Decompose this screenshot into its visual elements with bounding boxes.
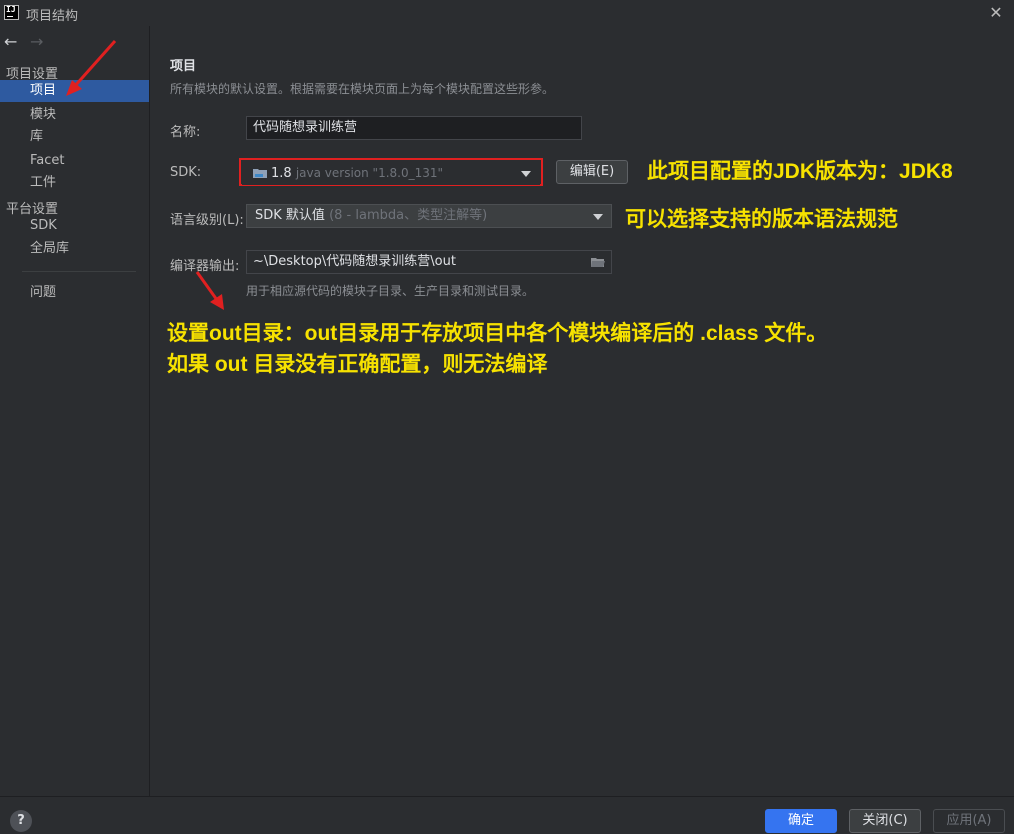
sidebar-item-project[interactable]: 项目 <box>0 80 149 102</box>
back-arrow-icon[interactable]: ← <box>4 32 17 51</box>
apply-button[interactable]: 应用(A) <box>933 809 1005 833</box>
forward-arrow-icon[interactable]: → <box>30 32 43 51</box>
close-window-icon[interactable]: ✕ <box>986 3 1006 23</box>
title-bar: IJ 项目结构 ✕ <box>0 0 1014 26</box>
sidebar: ← → 项目设置 项目 模块 库 Facet 工件 平台设置 SDK 全局库 问… <box>0 26 150 796</box>
page-description: 所有模块的默认设置。根据需要在模块页面上为每个模块配置这些形参。 <box>170 82 555 96</box>
sidebar-item-facet[interactable]: Facet <box>0 150 149 172</box>
annotation-language-level: 可以选择支持的版本语法规范 <box>625 208 898 231</box>
sidebar-item-artifacts[interactable]: 工件 <box>0 172 149 194</box>
language-level-dropdown[interactable]: SDK 默认值 (8 - lambda、类型注解等) <box>246 204 612 228</box>
compiler-output-hint: 用于相应源代码的模块子目录、生产目录和测试目录。 <box>246 284 535 298</box>
name-label: 名称: <box>170 125 201 140</box>
sidebar-item-modules[interactable]: 模块 <box>0 104 149 126</box>
sidebar-item-problems[interactable]: 问题 <box>0 282 149 304</box>
browse-folder-icon[interactable] <box>591 257 605 268</box>
main-panel: 项目 所有模块的默认设置。根据需要在模块页面上为每个模块配置这些形参。 名称: … <box>150 26 1014 796</box>
window-title: 项目结构 <box>26 9 79 24</box>
annotation-jdk-version: 此项目配置的JDK版本为：JDK8 <box>647 160 953 183</box>
sdk-version-detail: java version "1.8.0_131" <box>295 166 444 180</box>
sdk-version: 1.8 <box>271 166 292 181</box>
language-level-detail: (8 - lambda、类型注解等) <box>329 208 488 223</box>
dialog-footer: ? 确定 关闭(C) 应用(A) <box>0 796 1014 834</box>
edit-sdk-button[interactable]: 编辑(E) <box>556 160 628 184</box>
page-title: 项目 <box>170 59 197 74</box>
compiler-output-path: ~\Desktop\代码随想录训练营\out <box>253 254 456 269</box>
annotation-out-directory-line2: 如果 out 目录没有正确配置，则无法编译 <box>167 353 548 376</box>
language-level-value: SDK 默认值 <box>255 208 325 223</box>
ok-button[interactable]: 确定 <box>765 809 837 833</box>
sidebar-divider <box>22 271 136 272</box>
sidebar-item-global-libraries[interactable]: 全局库 <box>0 238 149 260</box>
chevron-down-icon <box>521 171 531 177</box>
help-icon[interactable]: ? <box>10 810 32 832</box>
sdk-label: SDK: <box>170 165 202 180</box>
project-name-field[interactable]: 代码随想录训练营 <box>246 116 582 140</box>
intellij-app-icon: IJ <box>4 5 19 20</box>
sdk-folder-icon <box>253 169 267 178</box>
sdk-dropdown[interactable]: 1.8 java version "1.8.0_131" <box>242 161 540 185</box>
sidebar-item-sdk[interactable]: SDK <box>0 215 149 237</box>
language-level-label: 语言级别(L): <box>170 213 244 228</box>
chevron-down-icon <box>593 214 603 220</box>
sidebar-item-libraries[interactable]: 库 <box>0 126 149 148</box>
compiler-output-field[interactable]: ~\Desktop\代码随想录训练营\out <box>246 250 612 274</box>
compiler-output-label: 编译器输出: <box>170 259 240 274</box>
close-button[interactable]: 关闭(C) <box>849 809 921 833</box>
annotation-out-directory-line1: 设置out目录：out目录用于存放项目中各个模块编译后的 .class 文件。 <box>167 322 828 345</box>
